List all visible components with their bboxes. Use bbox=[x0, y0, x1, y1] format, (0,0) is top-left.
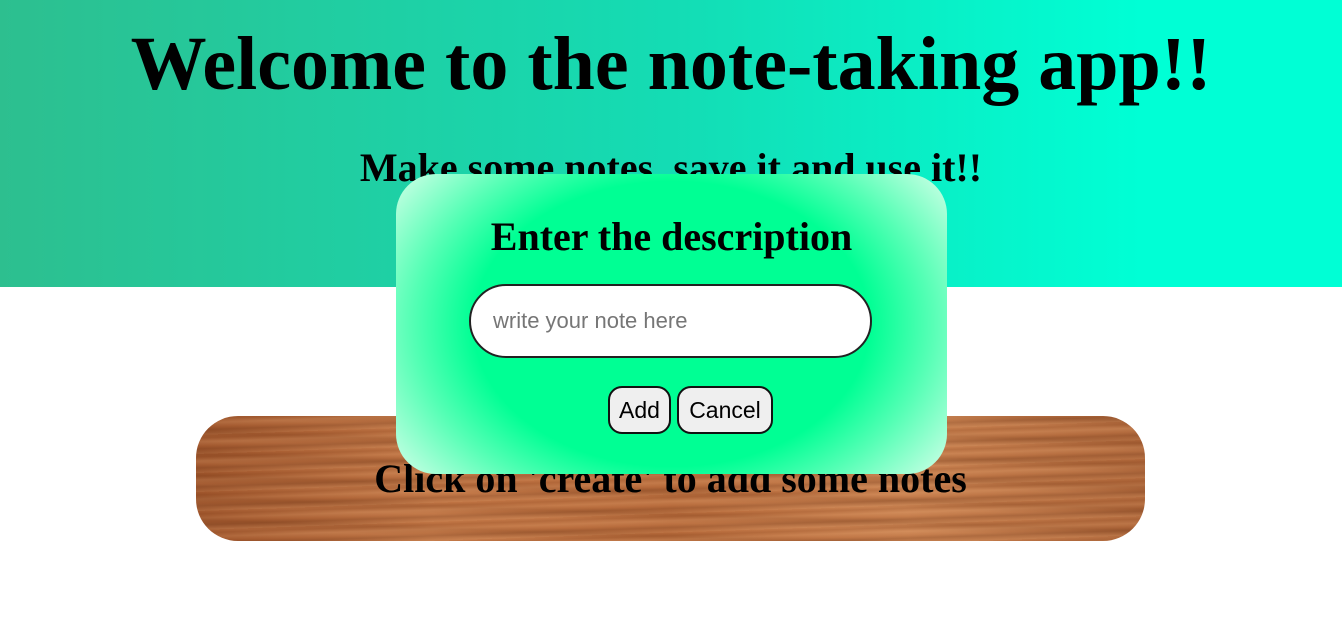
dialog-title: Enter the description bbox=[490, 214, 853, 259]
page-title: Welcome to the note-taking app!! bbox=[130, 22, 1212, 106]
note-description-input[interactable] bbox=[469, 284, 872, 358]
cancel-button[interactable]: Cancel bbox=[677, 386, 773, 434]
add-button[interactable]: Add bbox=[608, 386, 671, 434]
note-dialog: Enter the description Add Cancel bbox=[396, 174, 947, 474]
